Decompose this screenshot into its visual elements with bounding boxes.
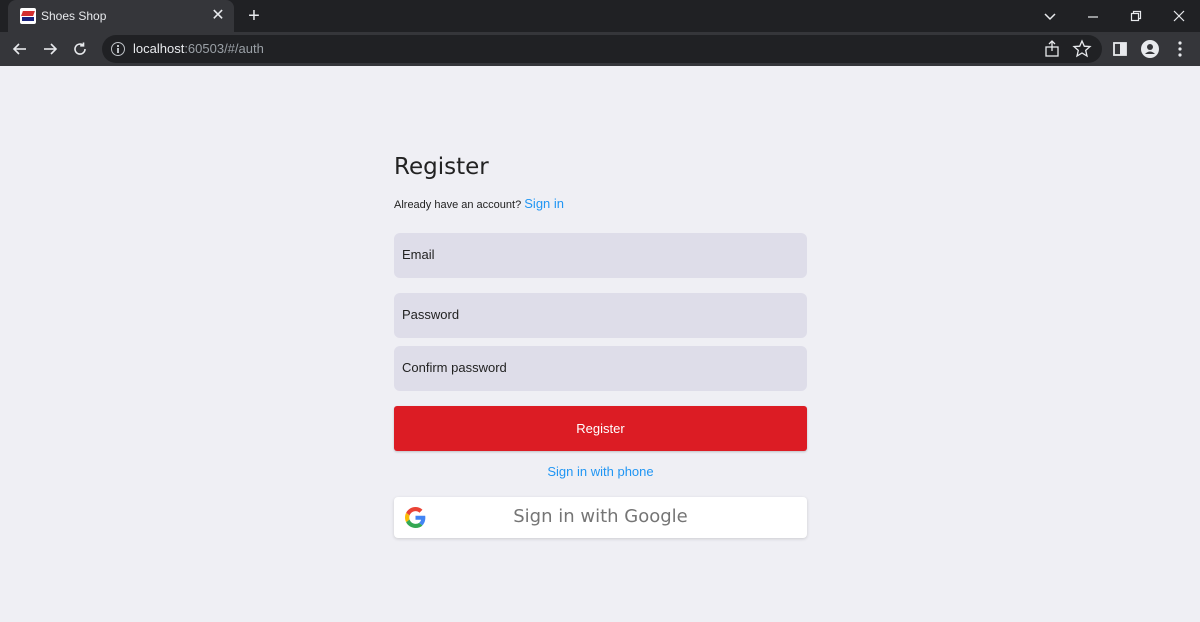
side-panel-icon[interactable]: [1108, 37, 1132, 61]
address-bar[interactable]: localhost:60503/#/auth: [102, 35, 1102, 63]
browser-tab-bar: Shoes Shop ✕ +: [0, 0, 1200, 32]
tab-close-icon[interactable]: ✕: [208, 6, 228, 26]
confirm-password-label: Confirm password: [402, 360, 507, 375]
star-icon[interactable]: [1070, 37, 1094, 61]
shop-favicon-icon: [20, 8, 36, 24]
register-button[interactable]: Register: [394, 406, 807, 451]
browser-toolbar: localhost:60503/#/auth: [0, 32, 1200, 66]
minimize-icon[interactable]: [1081, 4, 1105, 28]
browser-tab[interactable]: Shoes Shop ✕: [8, 0, 234, 32]
sign-in-prompt: Already have an account? Sign in: [394, 196, 564, 211]
sign-in-link[interactable]: Sign in: [524, 196, 564, 211]
restore-icon[interactable]: [1124, 4, 1148, 28]
google-sign-in-button[interactable]: Sign in with Google: [394, 497, 807, 538]
password-field[interactable]: Password: [394, 293, 807, 338]
reload-icon[interactable]: [68, 37, 92, 61]
kebab-menu-icon[interactable]: [1168, 37, 1192, 61]
new-tab-button[interactable]: +: [242, 4, 266, 28]
arrow-right-icon[interactable]: [38, 37, 62, 61]
sign-in-with-phone-link[interactable]: Sign in with phone: [394, 464, 807, 479]
google-sign-in-label: Sign in with Google: [513, 506, 688, 527]
close-window-icon[interactable]: [1167, 4, 1191, 28]
password-label: Password: [402, 307, 460, 322]
url-text: localhost:60503/#/auth: [133, 41, 264, 56]
tab-title: Shoes Shop: [41, 9, 107, 23]
have-account-text: Already have an account?: [394, 199, 522, 211]
arrow-left-icon[interactable]: [8, 37, 32, 61]
page-title: Register: [394, 154, 489, 180]
confirm-password-field[interactable]: Confirm password: [394, 346, 807, 391]
email-label: Email: [402, 247, 435, 262]
profile-icon[interactable]: [1138, 37, 1162, 61]
tab-search-icon[interactable]: [1038, 4, 1062, 28]
info-icon[interactable]: [111, 42, 125, 56]
email-field[interactable]: Email: [394, 233, 807, 278]
share-icon[interactable]: [1040, 37, 1064, 61]
